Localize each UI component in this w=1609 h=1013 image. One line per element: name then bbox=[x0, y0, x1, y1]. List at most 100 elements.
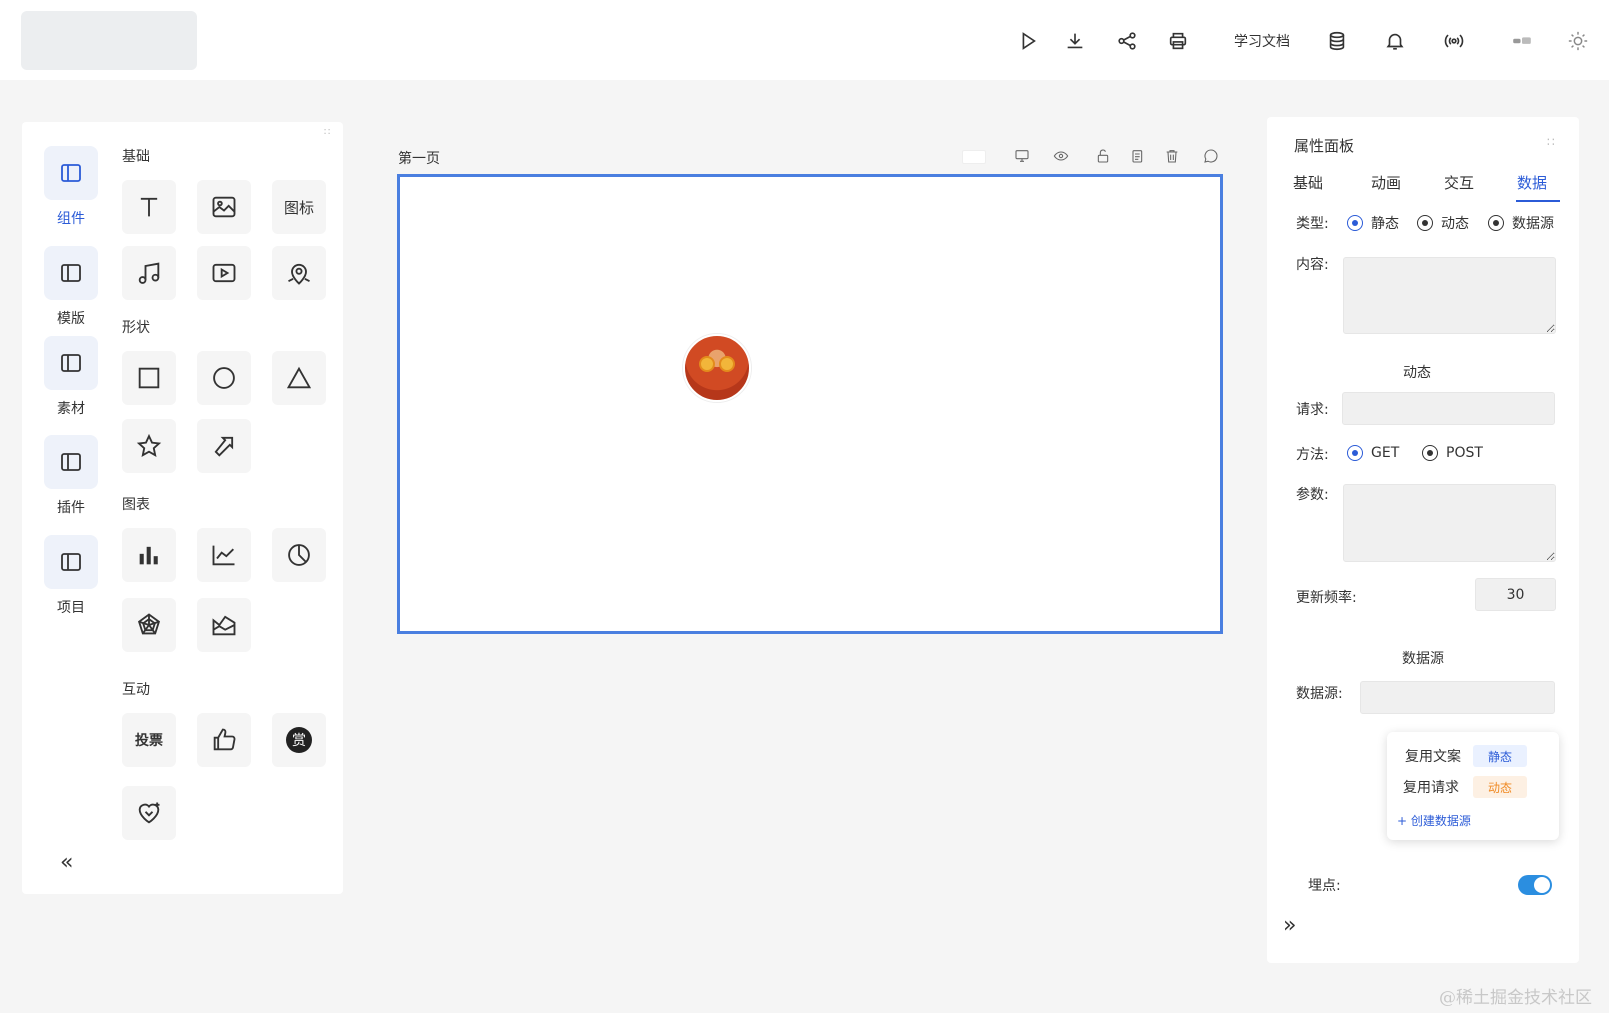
like-icon[interactable] bbox=[197, 713, 251, 767]
bar-chart-icon[interactable] bbox=[122, 528, 176, 582]
radar-chart-icon[interactable] bbox=[122, 598, 176, 652]
datasource-select[interactable] bbox=[1360, 681, 1555, 714]
component-panel: ∷ 组件 模版 素材 插件 项目 基础 图标 形状 图表 互动 投票 赏 « bbox=[22, 122, 343, 894]
nav-templates[interactable]: 模版 bbox=[44, 246, 98, 328]
method-label: 方法: bbox=[1296, 447, 1329, 463]
nav-label: 项目 bbox=[57, 600, 85, 616]
bell-icon[interactable] bbox=[1382, 28, 1408, 54]
panel-icon bbox=[44, 336, 98, 390]
drag-handle-icon[interactable]: ∷ bbox=[324, 128, 331, 138]
share-icon[interactable] bbox=[1114, 28, 1140, 54]
trash-icon[interactable] bbox=[1163, 147, 1181, 165]
copy-icon[interactable] bbox=[1128, 147, 1146, 165]
map-icon[interactable] bbox=[272, 246, 326, 300]
nav-label: 组件 bbox=[57, 211, 85, 227]
top-bar: 学习文档 bbox=[0, 0, 1609, 80]
video-icon[interactable] bbox=[197, 246, 251, 300]
theme-icon[interactable] bbox=[1565, 28, 1591, 54]
star-icon[interactable] bbox=[122, 419, 176, 473]
tab-animation[interactable]: 动画 bbox=[1371, 172, 1401, 193]
language-icon[interactable] bbox=[1507, 28, 1537, 54]
method-radio-get[interactable]: GET bbox=[1347, 445, 1399, 461]
reward-badge: 赏 bbox=[286, 727, 312, 753]
nav-plugins[interactable]: 插件 bbox=[44, 435, 98, 517]
type-radio-datasource[interactable]: 数据源 bbox=[1488, 213, 1554, 233]
panel-icon bbox=[44, 246, 98, 300]
expand-right-button[interactable]: » bbox=[1283, 913, 1296, 938]
line-chart-icon[interactable] bbox=[197, 528, 251, 582]
drag-handle-icon[interactable]: ∷ bbox=[1547, 136, 1556, 148]
pie-chart-icon[interactable] bbox=[272, 528, 326, 582]
dropdown-item-reuse-copy[interactable]: 复用文案 bbox=[1405, 746, 1461, 766]
nav-materials[interactable]: 素材 bbox=[44, 336, 98, 418]
triangle-icon[interactable] bbox=[272, 351, 326, 405]
arrow-icon[interactable] bbox=[197, 419, 251, 473]
params-textarea[interactable] bbox=[1343, 484, 1556, 562]
request-input[interactable] bbox=[1342, 392, 1555, 425]
unlock-icon[interactable] bbox=[1094, 147, 1112, 165]
nav-label: 插件 bbox=[57, 500, 85, 516]
datasource-label: 数据源: bbox=[1296, 686, 1343, 702]
tracking-label: 埋点: bbox=[1308, 878, 1341, 894]
icon-component[interactable]: 图标 bbox=[272, 180, 326, 234]
type-radio-static[interactable]: 静态 bbox=[1347, 213, 1399, 233]
section-title-charts: 图表 bbox=[122, 497, 150, 513]
circle-icon[interactable] bbox=[197, 351, 251, 405]
datasource-dropdown: 复用文案 静态 复用请求 动态 + 创建数据源 bbox=[1387, 732, 1559, 840]
tabs: 基础 动画 交互 数据 bbox=[1293, 172, 1560, 202]
vote-component[interactable]: 投票 bbox=[122, 713, 176, 767]
section-title-interactive: 互动 bbox=[122, 682, 150, 698]
type-radio-dynamic[interactable]: 动态 bbox=[1417, 213, 1469, 233]
background-color-swatch[interactable] bbox=[962, 150, 986, 164]
page-title: 第一页 bbox=[398, 151, 440, 167]
avatar-image[interactable] bbox=[683, 334, 751, 402]
tab-basic[interactable]: 基础 bbox=[1293, 172, 1323, 193]
play-icon[interactable] bbox=[1015, 28, 1041, 54]
tab-interaction[interactable]: 交互 bbox=[1444, 172, 1474, 193]
database-icon[interactable] bbox=[1324, 28, 1350, 54]
content-label: 内容: bbox=[1296, 257, 1329, 273]
content-textarea[interactable] bbox=[1343, 257, 1556, 334]
broadcast-icon[interactable] bbox=[1441, 28, 1467, 54]
editor-canvas[interactable] bbox=[397, 174, 1223, 634]
docs-link[interactable]: 学习文档 bbox=[1234, 31, 1290, 51]
request-label: 请求: bbox=[1296, 402, 1329, 418]
nav-label: 素材 bbox=[57, 401, 85, 417]
params-label: 参数: bbox=[1296, 487, 1329, 503]
audio-icon[interactable] bbox=[122, 246, 176, 300]
dynamic-section-title: 动态 bbox=[1403, 365, 1431, 381]
reward-component[interactable]: 赏 bbox=[272, 713, 326, 767]
update-frequency-input[interactable] bbox=[1475, 578, 1556, 611]
dropdown-item-reuse-request[interactable]: 复用请求 bbox=[1403, 777, 1459, 797]
monitor-icon[interactable] bbox=[1013, 147, 1031, 165]
avatar-detail bbox=[719, 356, 735, 372]
eye-icon[interactable] bbox=[1052, 147, 1070, 165]
method-radio-post[interactable]: POST bbox=[1422, 445, 1483, 461]
tracking-toggle[interactable] bbox=[1518, 875, 1552, 895]
heart-icon[interactable] bbox=[122, 786, 176, 840]
section-title-basic: 基础 bbox=[122, 149, 150, 165]
image-icon[interactable] bbox=[197, 180, 251, 234]
datasource-section-title: 数据源 bbox=[1402, 651, 1444, 667]
properties-panel: 属性面板 ∷ 基础 动画 交互 数据 类型: 静态 动态 数据源 内容: 动态 … bbox=[1267, 117, 1579, 963]
active-tab-underline bbox=[1516, 200, 1560, 202]
text-icon[interactable] bbox=[122, 180, 176, 234]
panel-title: 属性面板 bbox=[1294, 137, 1355, 155]
panel-icon bbox=[44, 146, 98, 200]
tag-dynamic: 动态 bbox=[1473, 776, 1527, 798]
watermark: @稀土掘金技术社区 bbox=[1439, 988, 1592, 1008]
tag-static: 静态 bbox=[1473, 745, 1527, 767]
nav-projects[interactable]: 项目 bbox=[44, 535, 98, 617]
nav-components[interactable]: 组件 bbox=[44, 146, 98, 228]
square-icon[interactable] bbox=[122, 351, 176, 405]
create-datasource-button[interactable]: + 创建数据源 bbox=[1397, 812, 1471, 829]
print-icon[interactable] bbox=[1165, 28, 1191, 54]
area-chart-icon[interactable] bbox=[197, 598, 251, 652]
download-icon[interactable] bbox=[1062, 28, 1088, 54]
tab-data[interactable]: 数据 bbox=[1517, 172, 1547, 193]
comment-icon[interactable] bbox=[1202, 147, 1220, 165]
panel-icon bbox=[44, 435, 98, 489]
collapse-left-button[interactable]: « bbox=[60, 850, 73, 875]
logo-placeholder bbox=[21, 11, 197, 70]
section-title-shapes: 形状 bbox=[122, 320, 150, 336]
